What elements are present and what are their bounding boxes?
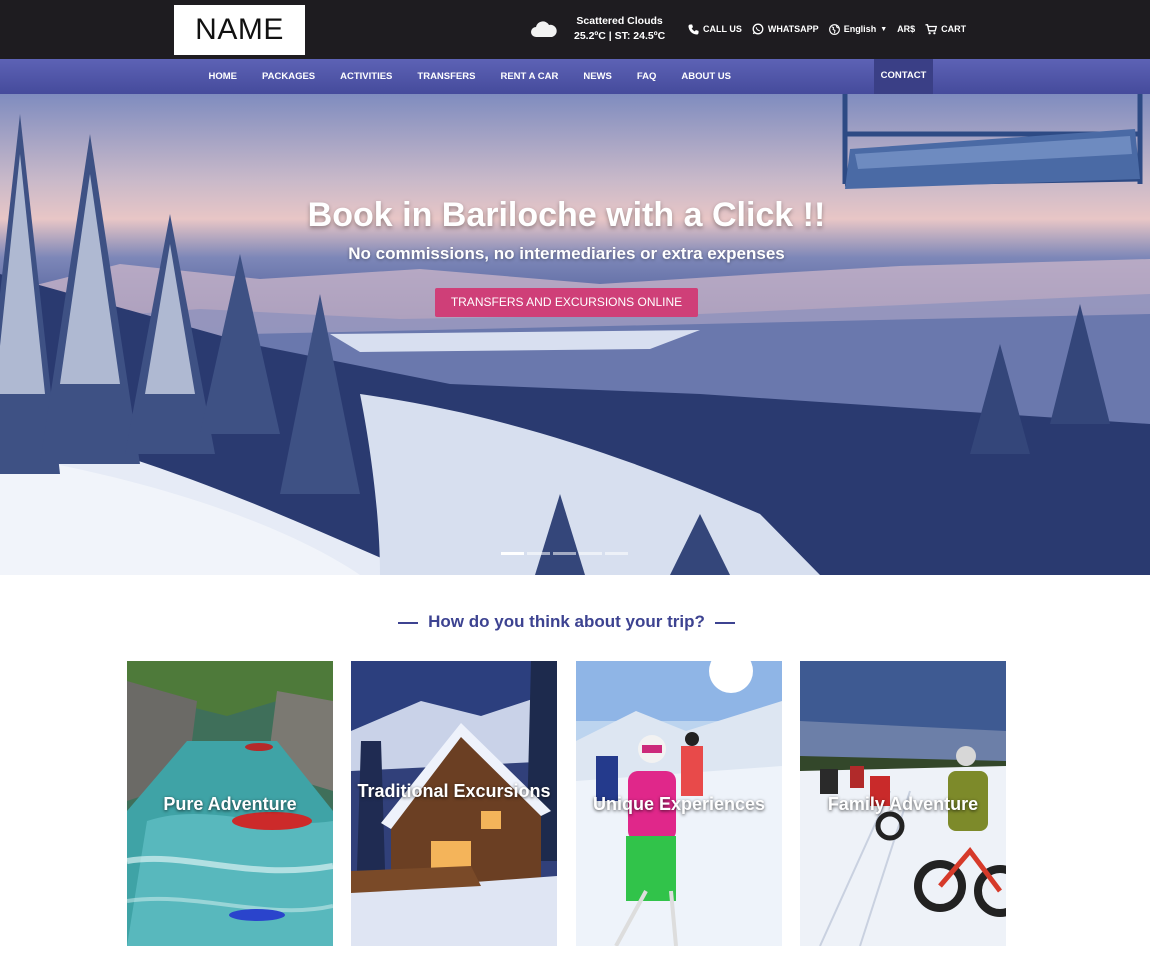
- nav-item-rent-a-car[interactable]: RENT A CAR: [488, 59, 571, 94]
- nav-item-contact[interactable]: CONTACT: [874, 59, 933, 94]
- nav-item-faq[interactable]: FAQ: [624, 59, 669, 94]
- hero-background-image: [0, 94, 1150, 575]
- main-nav: HOME PACKAGES ACTIVITIES TRANSFERS RENT …: [0, 59, 1150, 94]
- logo-text: NAME: [195, 13, 284, 46]
- carousel-dot[interactable]: [605, 552, 628, 555]
- transfers-excursions-button[interactable]: TRANSFERS AND EXCURSIONS ONLINE: [435, 288, 698, 317]
- carousel-dot[interactable]: [501, 552, 524, 555]
- currency-selector[interactable]: AR$: [897, 24, 915, 34]
- trip-card-family-adventure[interactable]: Family Adventure: [800, 661, 1006, 946]
- currency-label: AR$: [897, 24, 916, 34]
- nav-item-about-us[interactable]: ABOUT US: [669, 59, 744, 94]
- carousel-indicators: [501, 552, 631, 555]
- card-label: Pure Adventure: [163, 794, 297, 814]
- globe-icon: [828, 23, 840, 35]
- language-selector[interactable]: English ▼: [828, 23, 888, 35]
- cart-label: CART: [941, 24, 967, 34]
- section-heading: How do you think about your trip?: [0, 612, 1133, 632]
- nav-item-home[interactable]: HOME: [196, 59, 250, 94]
- top-bar: NAME Scattered Clouds 25.2ºC | ST: 24.5º…: [0, 0, 1150, 59]
- card-label: Unique Experiences: [592, 794, 766, 814]
- nav-item-packages[interactable]: PACKAGES: [250, 59, 328, 94]
- call-us-link[interactable]: CALL US: [688, 23, 742, 35]
- carousel-dot[interactable]: [553, 552, 576, 555]
- trip-card-traditional-excursions[interactable]: Traditional Excursions: [351, 661, 557, 946]
- hero-subtitle: No commissions, no intermediaries or ext…: [348, 244, 785, 263]
- carousel-dot[interactable]: [579, 552, 602, 555]
- card-label: Family Adventure: [827, 794, 979, 814]
- chevron-down-icon: ▼: [880, 25, 888, 33]
- trip-card-unique-experiences[interactable]: Unique Experiences: [576, 661, 782, 946]
- cart-icon: [925, 23, 938, 34]
- logo[interactable]: NAME: [174, 5, 305, 55]
- whatsapp-label: WHATSAPP: [767, 24, 819, 34]
- weather-condition: Scattered Clouds: [576, 15, 663, 27]
- call-us-label: CALL US: [703, 24, 742, 34]
- hero-banner: Book in Bariloche with a Click !! No com…: [0, 94, 1150, 575]
- hero-title: Book in Bariloche with a Click !!: [307, 196, 826, 234]
- trip-card-pure-adventure[interactable]: Pure Adventure: [127, 661, 333, 946]
- top-links: CALL US WHATSAPP English ▼ AR$ CART: [688, 21, 976, 37]
- whatsapp-icon: [752, 23, 764, 35]
- whatsapp-link[interactable]: WHATSAPP: [752, 23, 819, 35]
- weather-widget: Scattered Clouds 25.2ºC | ST: 24.5ºC: [530, 12, 665, 46]
- heading-dash-right: [714, 621, 735, 624]
- carousel-dot[interactable]: [527, 552, 550, 555]
- nav-item-transfers[interactable]: TRANSFERS: [405, 59, 488, 94]
- nav-item-activities[interactable]: ACTIVITIES: [328, 59, 405, 94]
- language-label: English: [843, 24, 877, 34]
- nav-item-news[interactable]: NEWS: [571, 59, 625, 94]
- cart-link[interactable]: CART: [925, 23, 967, 35]
- card-label: Traditional Excursions: [357, 781, 551, 801]
- phone-icon: [688, 23, 699, 35]
- weather-temperature: 25.2ºC | ST: 24.5ºC: [574, 30, 666, 42]
- heading-dash-left: [398, 621, 419, 624]
- cloud-icon: [531, 21, 557, 37]
- section-heading-text: How do you think about your trip?: [428, 612, 705, 631]
